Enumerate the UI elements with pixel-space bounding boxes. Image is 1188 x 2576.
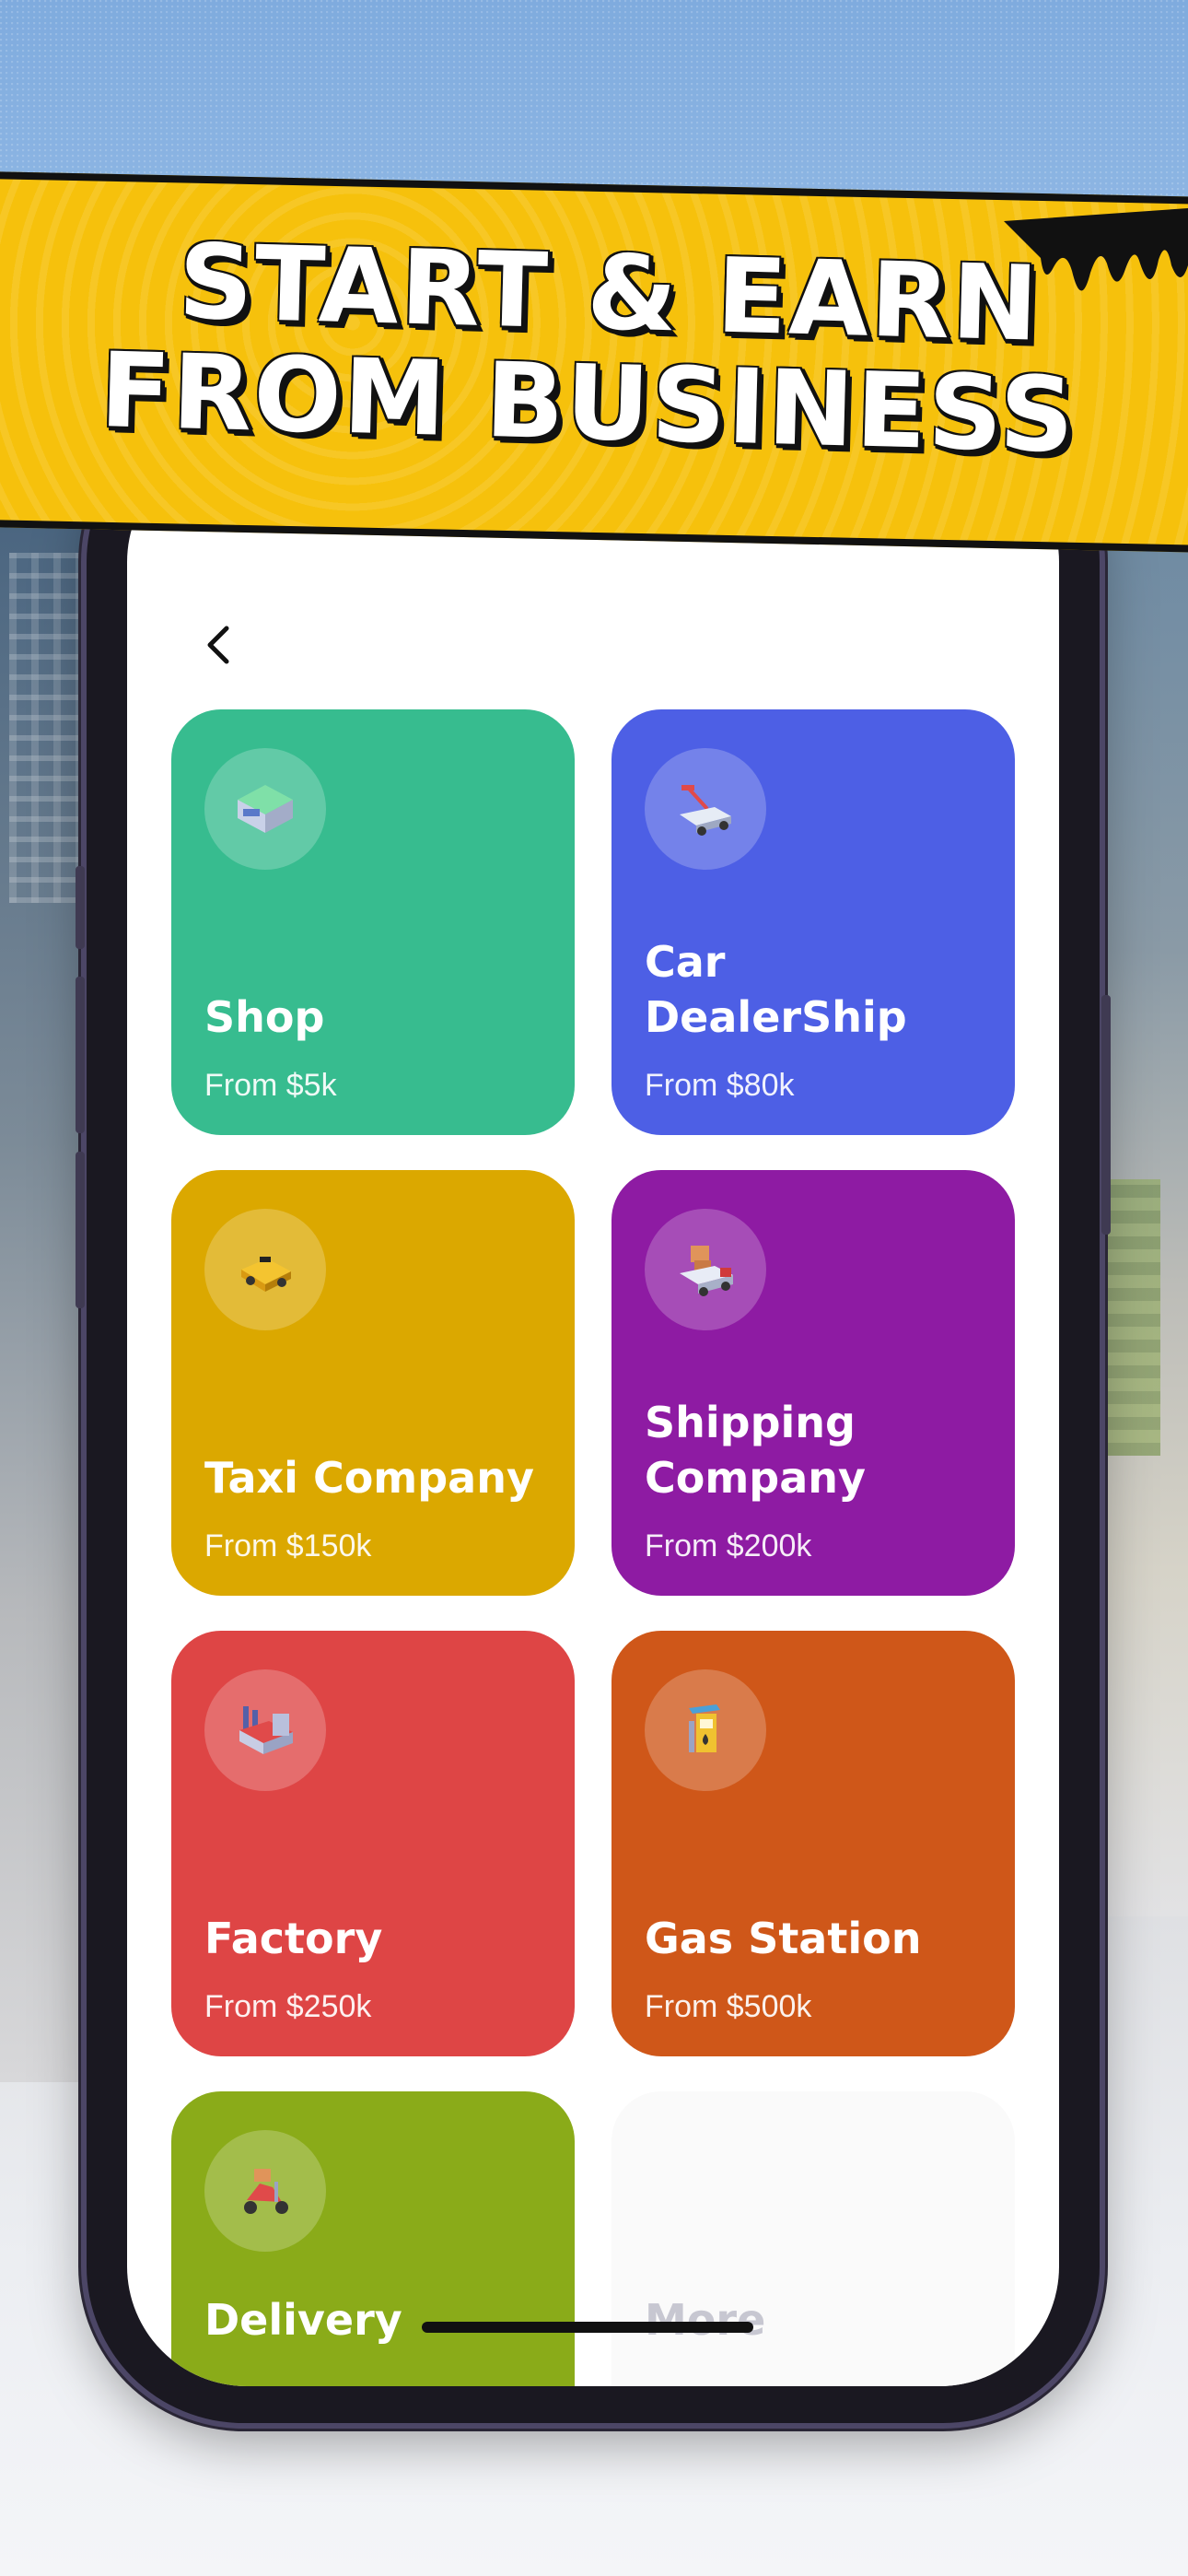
taxi-icon bbox=[204, 1209, 326, 1330]
business-price: From $250k bbox=[204, 1989, 372, 2024]
business-name: Delivery bbox=[204, 2295, 402, 2345]
back-button[interactable] bbox=[182, 608, 256, 682]
phone-frame: Shop From $5k Car DealerShip From $80k T… bbox=[76, 405, 1111, 2423]
delivery-truck-icon bbox=[645, 1209, 766, 1330]
tow-truck-icon bbox=[645, 748, 766, 870]
business-card-more[interactable]: More bbox=[611, 2091, 1015, 2386]
gas-pump-icon bbox=[645, 1669, 766, 1791]
chevron-left-icon bbox=[207, 626, 229, 664]
business-name: Factory bbox=[204, 1914, 383, 1963]
scooter-icon bbox=[204, 2130, 326, 2252]
promo-headline: START & EARN FROM BUSINESS bbox=[0, 222, 1188, 476]
business-card-shipping-company[interactable]: Shipping Company From $200k bbox=[611, 1170, 1015, 1596]
business-name: Shop bbox=[204, 992, 325, 1042]
business-card-car-dealership[interactable]: Car DealerShip From $80k bbox=[611, 709, 1015, 1135]
business-price: From $500k bbox=[645, 1989, 812, 2024]
factory-icon bbox=[204, 1669, 326, 1791]
business-name: Gas Station bbox=[645, 1914, 922, 1963]
business-name: Car DealerShip bbox=[645, 937, 907, 1042]
phone-volume-down bbox=[76, 1152, 85, 1308]
business-card-factory[interactable]: Factory From $250k bbox=[171, 1631, 575, 2056]
phone-volume-up bbox=[76, 977, 85, 1133]
business-name: Taxi Company bbox=[204, 1453, 534, 1503]
shop-icon bbox=[204, 748, 326, 870]
business-card-shop[interactable]: Shop From $5k bbox=[171, 709, 575, 1135]
business-card-delivery[interactable]: Delivery bbox=[171, 2091, 575, 2386]
business-price: From $200k bbox=[645, 1528, 812, 1563]
home-indicator[interactable] bbox=[422, 2322, 753, 2333]
phone-mute-switch bbox=[76, 866, 85, 949]
business-price: From $80k bbox=[645, 1068, 795, 1103]
phone-power-button bbox=[1101, 995, 1111, 1235]
business-price: From $5k bbox=[204, 1068, 337, 1103]
app-screen: Shop From $5k Car DealerShip From $80k T… bbox=[127, 442, 1059, 2386]
business-card-taxi-company[interactable]: Taxi Company From $150k bbox=[171, 1170, 575, 1596]
business-name: Shipping Company bbox=[645, 1398, 866, 1503]
business-price: From $150k bbox=[204, 1528, 372, 1563]
business-card-gas-station[interactable]: Gas Station From $500k bbox=[611, 1631, 1015, 2056]
business-name: More bbox=[645, 2295, 766, 2345]
